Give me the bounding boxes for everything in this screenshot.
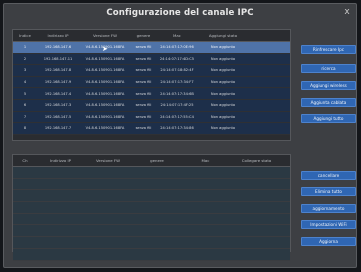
col-fw: Versione FW: [95, 158, 121, 163]
empty-row: [13, 190, 290, 203]
cell-type: senza fili: [135, 56, 152, 61]
cell-index: 8: [23, 126, 27, 131]
col-ip: Indirizzo IP: [47, 33, 69, 38]
col-link-status: Collegare stato: [241, 158, 272, 163]
cell-index: 5: [23, 91, 27, 96]
delete-all-button[interactable]: Elimina tutto: [301, 187, 356, 196]
cell-index: 7: [23, 114, 27, 119]
cell-fw: V4.8.6.150901.168FA: [85, 56, 125, 61]
cell-ip: 192.168.147.9: [44, 80, 72, 85]
discovered-ipc-table: Indice Indirizzo IP Versione FW genere M…: [12, 29, 291, 141]
table-body: 1 192.168.147.6 V4.8.6.150901.168FA senza f…: [13, 42, 290, 135]
cell-type: senza fili: [135, 114, 152, 119]
cell-fw: V4.8.6.150901.168FA: [85, 68, 125, 73]
add-wireless-button[interactable]: Aggiungi wireless: [301, 81, 356, 90]
cell-index: 1: [23, 45, 27, 50]
col-type: genere: [136, 33, 151, 38]
ipc-config-dialog: Configurazione del canale IPC x Indice I…: [3, 3, 357, 268]
cell-ip: 192.168.147.7: [44, 126, 72, 131]
dialog-title: Configurazione del canale IPC: [106, 8, 254, 18]
table-row[interactable]: 7 192.168.147.5 V4.8.6.150901.168FA senza f…: [13, 111, 290, 124]
cell-mac: 24:14:07:17:4F:25: [160, 103, 194, 108]
cell-fw: V4.8.6.150901.168FA: [85, 114, 125, 119]
cell-type: senza fili: [135, 80, 152, 85]
close-icon[interactable]: x: [342, 7, 352, 17]
wifi-settings-button[interactable]: Impostazioni WiFi: [301, 220, 356, 229]
col-ip: Indirizzo IP: [49, 158, 72, 163]
table-row[interactable]: 6 192.168.147.3 V4.8.6.150901.168FA senza f…: [13, 99, 290, 112]
empty-row: [13, 225, 290, 238]
cell-ip: 192.168.147.6: [44, 45, 72, 50]
col-type: genere: [150, 158, 164, 163]
table-header: Indice Indirizzo IP Versione FW genere M…: [13, 30, 290, 42]
cell-status: Non aggiunto: [210, 114, 236, 119]
update-button[interactable]: aggiornamento: [301, 204, 356, 213]
add-all-button[interactable]: Aggiungi tutto: [301, 114, 356, 123]
cell-type: senza fili: [135, 91, 152, 96]
cell-mac: 24:14:07:18:82:4F: [160, 68, 194, 73]
col-channel: Ch: [22, 158, 28, 163]
refresh-button[interactable]: Aggiorna: [301, 237, 356, 246]
cell-index: 3: [23, 68, 27, 73]
table-row[interactable]: 5 192.168.147.4 V4.8.6.150901.168FA senza f…: [13, 88, 290, 100]
table-row[interactable]: 3 192.168.147.8 V4.8.6.150901.168FA senza f…: [13, 65, 290, 77]
cell-mac: 24:14:07:17:34:6B: [160, 91, 194, 96]
cell-index: 4: [23, 80, 27, 85]
cell-status: Non aggiunto: [210, 56, 236, 61]
cell-type: senza fili: [135, 68, 152, 73]
col-status: Aggiungi stato: [208, 33, 238, 38]
cell-ip: 192.168.147.4: [44, 91, 72, 96]
empty-row: [13, 178, 290, 191]
delete-button[interactable]: cancellare: [301, 171, 356, 180]
cell-index: 2: [23, 56, 27, 61]
empty-row: [13, 237, 290, 249]
refresh-ipc-button[interactable]: Rinfrescare Ipc: [301, 45, 356, 54]
cell-ip: 192.168.147.11: [43, 56, 73, 61]
col-fw: Versione FW: [92, 33, 118, 38]
cell-status: Non aggiunto: [210, 45, 236, 50]
cell-fw: V4.8.6.150901.168FA: [85, 80, 125, 85]
empty-row: [13, 248, 290, 261]
cell-mac: 24:14:07:17:34:86: [160, 126, 194, 131]
cell-mac: 24:14:07:17:4D:C5: [159, 56, 195, 61]
mouse-cursor-icon: ➤: [102, 45, 108, 53]
cell-type: senza fili: [135, 45, 152, 50]
add-wired-button[interactable]: Aggiunta cablata: [301, 98, 356, 107]
empty-row: [13, 202, 290, 214]
cell-status: Non aggiunto: [210, 126, 236, 131]
cell-mac: 24:14:07:17:34:F7: [160, 80, 194, 85]
col-index: Indice: [19, 33, 31, 38]
cell-status: Non aggiunto: [210, 103, 236, 108]
empty-row: [13, 213, 290, 226]
table-row[interactable]: 8 192.168.147.7 V4.8.6.150901.168FA senza f…: [13, 123, 290, 135]
cell-fw: V4.8.6.150901.168FA: [85, 126, 125, 131]
cell-ip: 192.168.147.8: [44, 68, 72, 73]
cell-type: senza fili: [135, 103, 152, 108]
cell-fw: V4.8.6.150901.168FA: [85, 91, 125, 96]
cell-status: Non aggiunto: [210, 91, 236, 96]
table-row[interactable]: 2 192.168.147.11 V4.8.6.150901.168FA senza …: [13, 53, 290, 66]
cell-index: 6: [23, 103, 27, 108]
table-row[interactable]: 1 192.168.147.6 V4.8.6.150901.168FA senza f…: [13, 42, 290, 54]
added-channels-table: Ch Indirizzo IP Versione FW genere Mac C…: [12, 154, 291, 261]
cell-type: senza fili: [135, 126, 152, 131]
empty-row: [13, 167, 290, 179]
col-mac: Mac: [201, 158, 210, 163]
cell-ip: 192.168.147.5: [44, 114, 72, 119]
cell-mac: 24:14:07:17:55:C4: [160, 114, 194, 119]
cell-ip: 192.168.147.3: [44, 103, 72, 108]
cell-mac: 24:14:07:17:0E:96: [160, 45, 194, 50]
cell-status: Non aggiunto: [210, 68, 236, 73]
search-button[interactable]: ricerca: [301, 64, 356, 73]
cell-fw: V4.8.6.150901.168FA: [85, 103, 125, 108]
table-row[interactable]: 4 192.168.147.9 V4.8.6.150901.168FA senza f…: [13, 76, 290, 89]
cell-status: Non aggiunto: [210, 80, 236, 85]
col-mac: Mac: [173, 33, 181, 38]
table-header: Ch Indirizzo IP Versione FW genere Mac C…: [13, 155, 290, 167]
